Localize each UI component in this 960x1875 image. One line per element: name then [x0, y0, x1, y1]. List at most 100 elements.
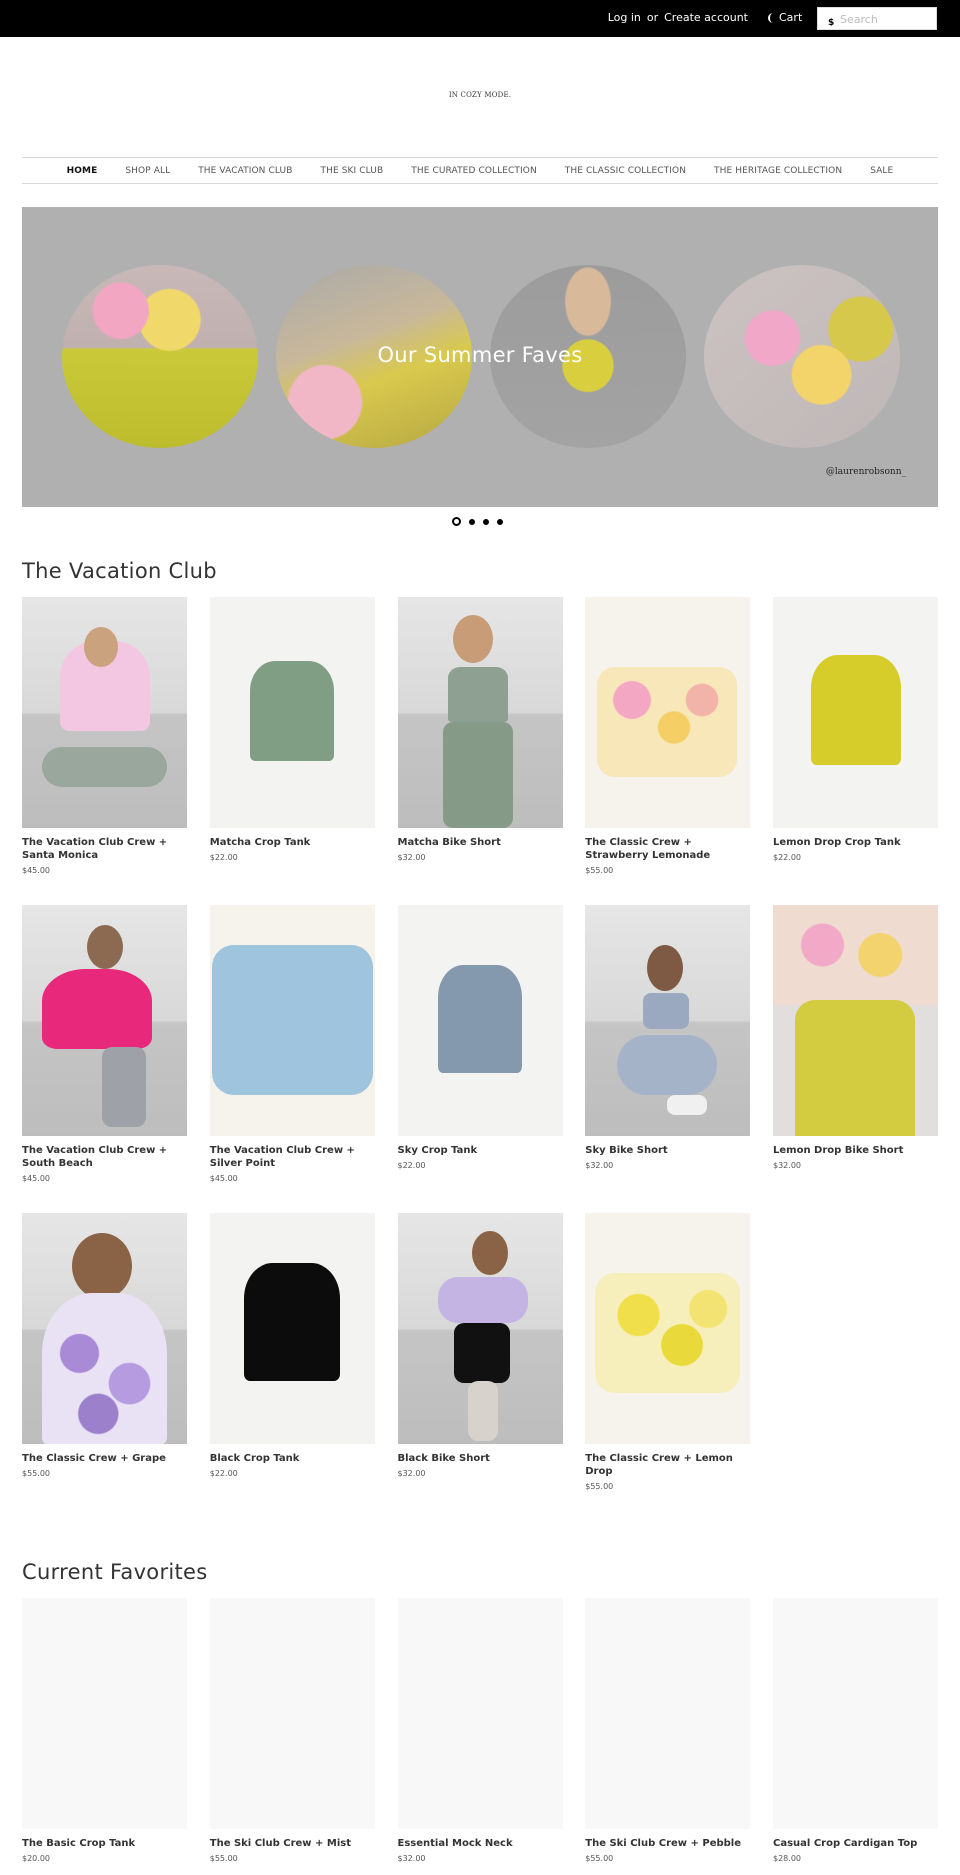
- product-price: $22.00: [773, 853, 801, 862]
- product-price: $45.00: [209, 1174, 238, 1183]
- nav-item-vacation-club[interactable]: THE VACATION CLUB: [198, 166, 292, 176]
- product-name[interactable]: Matcha Bike Short: [398, 836, 563, 849]
- site-logo[interactable]: IN COZY MODE.: [0, 91, 960, 99]
- product-name[interactable]: The Classic Crew + Strawberry Lemonade: [585, 836, 750, 862]
- product-image[interactable]: [209, 1213, 375, 1444]
- product-card[interactable]: The Vacation Club Crew + Silver Point $4…: [209, 905, 375, 1213]
- product-image[interactable]: [773, 597, 938, 828]
- product-name[interactable]: Sky Bike Short: [585, 1144, 750, 1157]
- product-card[interactable]: The Classic Crew + Strawberry Lemonade $…: [585, 597, 751, 905]
- product-image[interactable]: [585, 597, 751, 828]
- product-price: $45.00: [22, 1174, 50, 1183]
- product-name[interactable]: The Basic Crop Tank: [22, 1837, 187, 1850]
- product-name[interactable]: Sky Crop Tank: [398, 1144, 563, 1157]
- account-links: Log in or Create account: [608, 11, 748, 24]
- search-box: $: [817, 7, 937, 30]
- product-image[interactable]: [209, 597, 375, 828]
- product-price: $22.00: [397, 1161, 426, 1170]
- product-image[interactable]: [22, 1213, 187, 1444]
- cart-link[interactable]: Cart: [768, 11, 802, 24]
- product-card[interactable]: Matcha Crop Tank $22.00: [209, 597, 375, 905]
- product-price: $32.00: [397, 1469, 426, 1478]
- product-card[interactable]: Black Crop Tank $22.00: [209, 1213, 375, 1521]
- product-card[interactable]: The Classic Crew + Lemon Drop $55.00: [585, 1213, 751, 1521]
- hero-slideshow[interactable]: Our Summer Faves @laurenrobsonn_: [22, 207, 938, 507]
- product-name[interactable]: The Ski Club Crew + Pebble: [585, 1837, 750, 1850]
- product-image[interactable]: [397, 905, 563, 1136]
- create-account-link[interactable]: Create account: [664, 11, 748, 24]
- product-name[interactable]: Lemon Drop Bike Short: [773, 1144, 938, 1157]
- nav-item-ski-club[interactable]: THE SKI CLUB: [320, 166, 383, 176]
- or-text: or: [646, 11, 659, 24]
- product-image[interactable]: [209, 905, 375, 1136]
- section-title-current-favorites: Current Favorites: [22, 1560, 208, 1584]
- nav-item-shop-all[interactable]: SHOP ALL: [125, 166, 170, 176]
- product-card[interactable]: Sky Bike Short $32.00: [585, 905, 751, 1213]
- login-link[interactable]: Log in: [608, 11, 641, 24]
- product-card[interactable]: Matcha Bike Short $32.00: [397, 597, 563, 905]
- product-image[interactable]: [773, 905, 938, 1136]
- product-card[interactable]: The Ski Club Crew + Mist $55.00: [209, 1598, 375, 1863]
- nav-item-classic-collection[interactable]: THE CLASSIC COLLECTION: [565, 166, 686, 176]
- product-card[interactable]: Lemon Drop Crop Tank $22.00: [773, 597, 938, 905]
- product-price: $32.00: [397, 1854, 426, 1863]
- product-card[interactable]: Casual Crop Cardigan Top $28.00: [773, 1598, 938, 1863]
- slider-dot[interactable]: [469, 518, 475, 525]
- product-name[interactable]: The Classic Crew + Grape: [22, 1452, 187, 1465]
- slider-dot[interactable]: [483, 518, 489, 525]
- main-nav: HOME SHOP ALL THE VACATION CLUB THE SKI …: [22, 157, 938, 184]
- product-name[interactable]: Black Bike Short: [398, 1452, 563, 1465]
- search-input[interactable]: [818, 9, 936, 30]
- hero-credit: @laurenrobsonn_: [825, 467, 906, 477]
- product-name[interactable]: The Vacation Club Crew + Santa Monica: [22, 836, 187, 862]
- product-grid-current-favorites: The Basic Crop Tank $20.00 The Ski Club …: [22, 1598, 938, 1863]
- product-image[interactable]: [209, 1598, 375, 1829]
- product-card[interactable]: Essential Mock Neck $32.00: [397, 1598, 563, 1863]
- cart-label: Cart: [779, 11, 803, 24]
- product-image[interactable]: [22, 597, 187, 828]
- nav-item-home[interactable]: HOME: [67, 166, 98, 176]
- product-price: $55.00: [585, 866, 614, 875]
- product-name[interactable]: Essential Mock Neck: [398, 1837, 563, 1850]
- product-image[interactable]: [773, 1598, 938, 1829]
- product-name[interactable]: The Vacation Club Crew + Silver Point: [210, 1144, 375, 1170]
- product-name[interactable]: Black Crop Tank: [210, 1452, 375, 1465]
- product-price: $32.00: [397, 853, 426, 862]
- product-price: $20.00: [22, 1854, 50, 1863]
- product-card[interactable]: The Basic Crop Tank $20.00: [22, 1598, 187, 1863]
- slider-dot[interactable]: [497, 518, 503, 525]
- nav-item-heritage-collection[interactable]: THE HERITAGE COLLECTION: [714, 166, 842, 176]
- product-card[interactable]: The Vacation Club Crew + Santa Monica $4…: [22, 597, 187, 905]
- slider-dots: [452, 517, 503, 526]
- product-image[interactable]: [22, 1598, 187, 1829]
- product-name[interactable]: The Classic Crew + Lemon Drop: [585, 1452, 750, 1478]
- product-card[interactable]: Black Bike Short $32.00: [397, 1213, 563, 1521]
- nav-item-sale[interactable]: SALE: [870, 166, 893, 176]
- product-card[interactable]: Sky Crop Tank $22.00: [397, 905, 563, 1213]
- product-image[interactable]: [397, 1598, 563, 1829]
- product-image[interactable]: [585, 905, 751, 1136]
- product-name[interactable]: The Ski Club Crew + Mist: [210, 1837, 375, 1850]
- slider-dot[interactable]: [452, 517, 461, 526]
- product-card[interactable]: The Ski Club Crew + Pebble $55.00: [585, 1598, 751, 1863]
- product-card[interactable]: Lemon Drop Bike Short $32.00: [773, 905, 938, 1213]
- product-price: $45.00: [22, 866, 50, 875]
- product-image[interactable]: [397, 597, 563, 828]
- nav-item-curated-collection[interactable]: THE CURATED COLLECTION: [411, 166, 537, 176]
- search-icon[interactable]: $: [828, 18, 834, 28]
- product-price: $22.00: [209, 853, 238, 862]
- product-name[interactable]: Matcha Crop Tank: [210, 836, 375, 849]
- product-image[interactable]: [22, 905, 187, 1136]
- product-card[interactable]: The Classic Crew + Grape $55.00: [22, 1213, 187, 1521]
- section-title-vacation-club: The Vacation Club: [22, 559, 217, 583]
- product-name[interactable]: Casual Crop Cardigan Top: [773, 1837, 938, 1850]
- product-name[interactable]: Lemon Drop Crop Tank: [773, 836, 938, 849]
- product-image[interactable]: [585, 1598, 751, 1829]
- product-price: $55.00: [585, 1482, 614, 1491]
- product-price: $22.00: [209, 1469, 238, 1478]
- product-name[interactable]: The Vacation Club Crew + South Beach: [22, 1144, 187, 1170]
- product-image[interactable]: [585, 1213, 751, 1444]
- product-image[interactable]: [397, 1213, 563, 1444]
- cart-icon: [768, 12, 773, 23]
- product-card[interactable]: The Vacation Club Crew + South Beach $45…: [22, 905, 187, 1213]
